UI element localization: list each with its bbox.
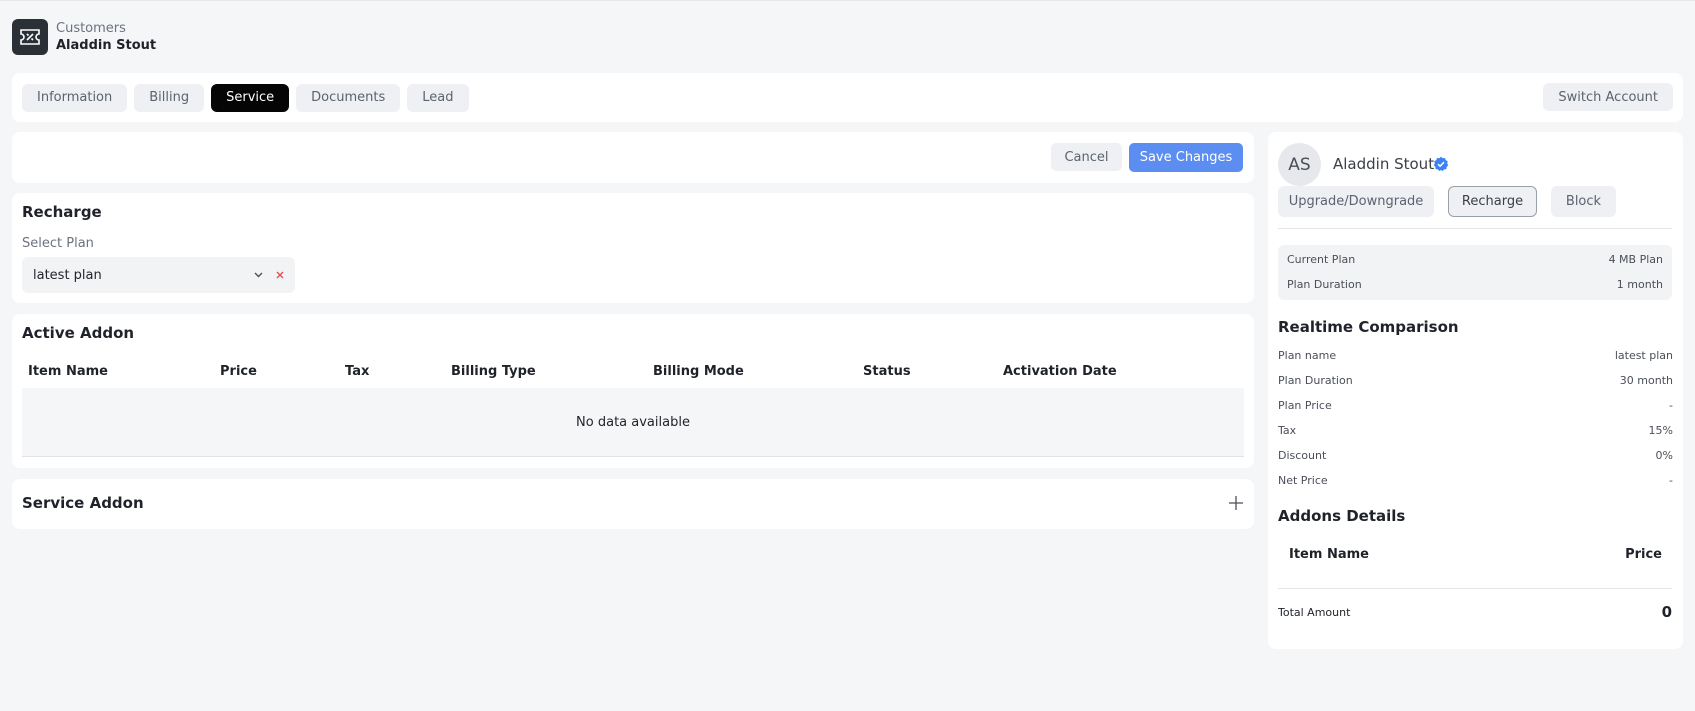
divider [1278,588,1672,589]
comparison-value: - [1669,399,1673,412]
cancel-button[interactable]: Cancel [1051,143,1122,171]
current-plan-box: Current Plan 4 MB Plan Plan Duration 1 m… [1278,245,1672,300]
save-changes-button[interactable]: Save Changes [1129,143,1243,172]
select-plan-value: latest plan [33,267,102,283]
column-header-price: Price [220,364,257,379]
action-bar: Cancel Save Changes [12,132,1254,183]
customer-summary-panel: AS Aladdin Stout Upgrade/Downgrade Recha… [1268,132,1683,649]
column-header-billing-mode: Billing Mode [653,364,744,379]
column-header-status: Status [863,364,911,379]
block-button[interactable]: Block [1551,186,1616,217]
top-border [0,0,1695,1]
upgrade-downgrade-button[interactable]: Upgrade/Downgrade [1278,186,1434,217]
comparison-value: 0% [1655,449,1673,462]
app-header: Customers Aladdin Stout [12,19,156,55]
comparison-value: - [1669,474,1673,487]
service-addon-title: Service Addon [22,494,144,512]
chevron-down-icon [253,269,264,284]
recharge-title: Recharge [22,203,102,221]
tab-billing[interactable]: Billing [134,83,205,112]
comparison-label: Plan name [1278,349,1337,362]
breadcrumb[interactable]: Customers [56,20,156,37]
comparison-value: latest plan [1614,349,1673,362]
tab-documents[interactable]: Documents [296,83,401,112]
select-plan-label: Select Plan [22,236,94,251]
avatar: AS [1278,143,1321,186]
comparison-label: Net Price [1278,474,1328,487]
tab-information[interactable]: Information [22,83,128,112]
recharge-button[interactable]: Recharge [1448,186,1537,217]
active-addon-section: Active Addon Item Name Price Tax Billing… [12,314,1254,468]
current-plan-label: Current Plan [1287,253,1356,266]
tab-lead[interactable]: Lead [407,83,469,112]
addons-column-item-name: Item Name [1289,547,1369,562]
comparison-label: Plan Duration [1278,374,1353,387]
active-addon-title: Active Addon [22,324,135,342]
comparison-label: Discount [1278,449,1327,462]
switch-account-button[interactable]: Switch Account [1543,83,1673,111]
header-text: Customers Aladdin Stout [56,20,156,55]
select-plan-dropdown[interactable]: latest plan [22,257,295,293]
recharge-section: Recharge Select Plan latest plan [12,193,1254,303]
verified-icon [1433,156,1449,176]
total-amount-value: 0 [1661,603,1672,621]
current-plan-value: 4 MB Plan [1608,253,1663,266]
realtime-comparison-title: Realtime Comparison [1278,318,1459,336]
add-icon[interactable] [1228,495,1244,515]
comparison-label: Plan Price [1278,399,1332,412]
tab-service[interactable]: Service [211,83,290,112]
divider [1278,228,1672,229]
page-title: Aladdin Stout [56,37,157,53]
column-header-billing-type: Billing Type [451,364,536,379]
comparison-label: Tax [1278,424,1297,437]
column-header-tax: Tax [345,364,370,379]
tabs-bar: Information Billing Service Documents Le… [12,73,1683,122]
addons-details-title: Addons Details [1278,507,1406,525]
plan-duration-value: 1 month [1616,278,1663,291]
column-header-activation-date: Activation Date [1003,364,1117,379]
addons-column-price: Price [1625,547,1662,562]
total-amount-label: Total Amount [1278,606,1351,619]
service-addon-section: Service Addon [12,479,1254,529]
empty-state: No data available [22,388,1244,457]
plan-duration-label: Plan Duration [1287,278,1362,291]
clear-icon[interactable] [275,269,285,284]
column-header-item-name: Item Name [28,364,108,379]
customer-name: Aladdin Stout [1333,155,1435,173]
comparison-value: 30 month [1619,374,1673,387]
comparison-value: 15% [1648,424,1673,437]
ticket-icon [12,19,48,55]
